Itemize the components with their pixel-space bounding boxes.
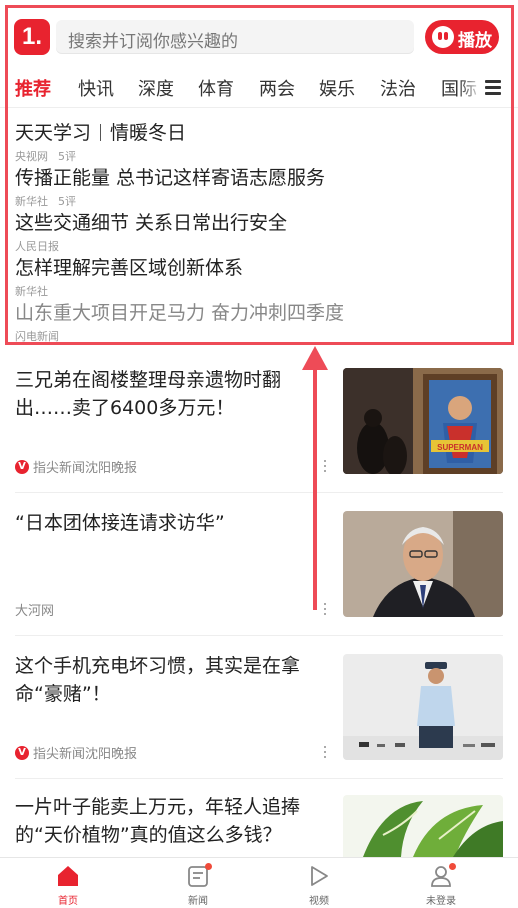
tab-sports[interactable]: 体育: [198, 75, 234, 101]
tab-flash[interactable]: 快讯: [78, 75, 114, 101]
tab-depth[interactable]: 深度: [138, 75, 174, 101]
source-label: 指尖新闻沈阳晚报: [33, 461, 138, 476]
feed-card[interactable]: 一片叶子能卖上万元，年轻人追捧的“天价植物”真的值这么多钱？: [0, 779, 518, 857]
user-icon: [429, 863, 456, 888]
notification-dot: [205, 863, 212, 870]
app-header: 1. 搜索并订阅你感兴趣的 播放: [0, 0, 518, 70]
video-icon: [311, 866, 328, 886]
headline-source: 新华社: [15, 285, 48, 298]
verified-icon: V: [15, 745, 29, 760]
headline-item[interactable]: 传播正能量 总书记这样寄语志愿服务 新华社 5评: [15, 163, 505, 209]
card-thumbnail: [343, 511, 503, 617]
play-button[interactable]: 播放: [425, 20, 499, 54]
headline-title: 怎样理解完善区域创新体系: [15, 257, 244, 279]
feed-card[interactable]: 这个手机充电坏习惯，其实是在拿命“豪赌”！ V 指尖新闻沈阳晚报: [0, 636, 518, 779]
bottom-nav: 首页 新闻 视频 未登录: [0, 857, 518, 908]
search-placeholder: 搜索并订阅你感兴趣的: [68, 32, 238, 52]
annotation-arrow-head: [302, 346, 328, 370]
card-source: V 指尖新闻沈阳晚报: [15, 457, 137, 476]
headline-source: 央视网: [15, 150, 48, 163]
nav-profile[interactable]: 未登录: [406, 863, 476, 907]
play-label: 播放: [458, 31, 492, 51]
feed-card[interactable]: 三兄弟在阁楼整理母亲遗物时翻出……卖了6400多万元！ V 指尖新闻沈阳晚报 S…: [0, 350, 518, 493]
nav-news[interactable]: 新闻: [163, 863, 233, 907]
nav-label: 视频: [309, 896, 329, 907]
headline-title: 山东重大项目开足马力 奋力冲刺四季度: [15, 302, 345, 324]
headline-source: 人民日报: [15, 240, 59, 253]
more-icon[interactable]: [324, 460, 328, 474]
headline-comments: 5评: [58, 150, 76, 163]
search-input[interactable]: 搜索并订阅你感兴趣的: [56, 20, 414, 54]
category-tabs: 推荐 快讯 深度 体育 两会 娱乐 法治 国际: [0, 70, 518, 108]
headline-comments: 5评: [58, 195, 76, 208]
robot-icon: [432, 26, 454, 48]
card-source: 大河网: [15, 600, 54, 619]
tab-fade: [458, 70, 484, 107]
nav-label: 新闻: [188, 896, 208, 907]
card-thumbnail: SUPERMAN: [343, 368, 503, 474]
headline-source: 闪电新闻: [15, 330, 59, 343]
tab-recommend[interactable]: 推荐: [15, 75, 51, 101]
card-source: V 指尖新闻沈阳晚报: [15, 743, 137, 762]
nav-home[interactable]: 首页: [33, 864, 103, 907]
divider: [100, 124, 102, 141]
card-title: 一片叶子能卖上万元，年轻人追捧的“天价植物”真的值这么多钱？: [15, 796, 301, 846]
card-thumbnail: [343, 795, 503, 857]
card-title: “日本团体接连请求访华”: [15, 512, 225, 534]
headline-title: 天天学习: [15, 122, 92, 144]
headline-item[interactable]: 这些交通细节 关系日常出行安全 人民日报: [15, 208, 505, 254]
card-title: 这个手机充电坏习惯，其实是在拿命“豪赌”！: [15, 655, 301, 705]
nav-label: 首页: [58, 896, 78, 907]
source-label: 指尖新闻沈阳晚报: [33, 747, 138, 762]
news-icon: [186, 863, 212, 888]
tab-law[interactable]: 法治: [380, 75, 416, 101]
more-icon[interactable]: [324, 603, 328, 617]
headline-title: 这些交通细节 关系日常出行安全: [15, 212, 288, 234]
more-icon[interactable]: [324, 746, 328, 760]
headline-item[interactable]: 山东重大项目开足马力 奋力冲刺四季度 闪电新闻: [15, 298, 505, 344]
annotation-arrow-line: [313, 368, 317, 610]
thumb-caption: SUPERMAN: [437, 443, 483, 452]
tab-two-sessions[interactable]: 两会: [259, 75, 295, 101]
source-label: 大河网: [15, 604, 55, 619]
menu-icon[interactable]: [485, 80, 501, 96]
app-logo[interactable]: 1.: [14, 19, 50, 55]
headline-source: 新华社: [15, 195, 48, 208]
headline-title: 传播正能量 总书记这样寄语志愿服务: [15, 167, 326, 189]
tab-entertainment[interactable]: 娱乐: [319, 75, 355, 101]
nav-label: 未登录: [426, 896, 456, 907]
feed-card[interactable]: “日本团体接连请求访华” 大河网: [0, 493, 518, 636]
card-thumbnail: [343, 654, 503, 760]
verified-icon: V: [15, 459, 29, 474]
nav-video[interactable]: 视频: [284, 864, 354, 907]
headline-item[interactable]: 天天学习 情暖冬日 央视网 5评: [15, 118, 505, 164]
notification-dot: [449, 863, 456, 870]
headline-item[interactable]: 怎样理解完善区域创新体系 新华社: [15, 253, 505, 299]
headline-title: 情暖冬日: [110, 122, 187, 144]
home-icon: [58, 866, 78, 886]
card-title: 三兄弟在阁楼整理母亲遗物时翻出……卖了6400多万元！: [15, 369, 282, 419]
